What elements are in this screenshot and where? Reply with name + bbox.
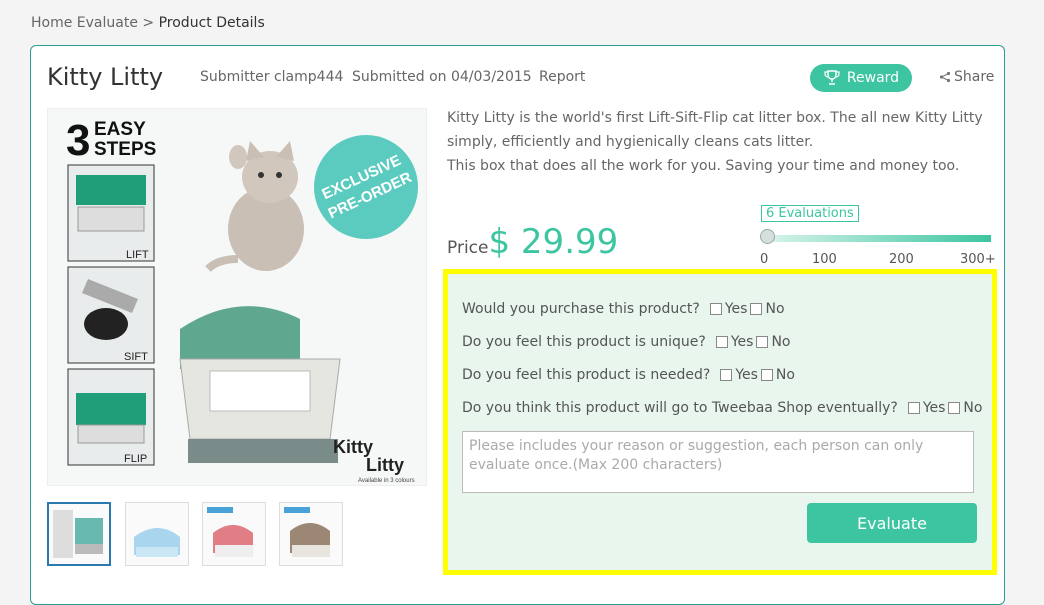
question-unique: Do you feel this product is unique? Yes … <box>462 334 791 350</box>
yes-label: Yes <box>922 400 946 416</box>
reward-button[interactable]: Reward <box>810 64 912 92</box>
breadcrumb: Home Evaluate > Product Details <box>31 15 265 31</box>
product-description: Kitty Litty is the world's first Lift-Si… <box>447 106 997 178</box>
product-title: Kitty Litty <box>47 63 164 91</box>
question-text: Do you think this product will go to Twe… <box>462 400 898 416</box>
yes-label: Yes <box>730 334 754 350</box>
brand-kitty: Kitty <box>333 437 373 457</box>
brand-litty: Litty <box>366 455 404 475</box>
share-icon <box>939 71 951 83</box>
steps-text-1: EASY <box>94 119 146 140</box>
no-label: No <box>765 301 785 317</box>
no-checkbox[interactable] <box>760 369 773 381</box>
no-label: No <box>771 334 791 350</box>
breadcrumb-evaluate[interactable]: Evaluate <box>77 15 138 31</box>
tick-100: 100 <box>812 252 837 267</box>
evaluations-badge[interactable]: 6 Evaluations <box>761 205 859 222</box>
steps-number: 3 <box>66 116 90 165</box>
steps-text-2: STEPS <box>94 139 156 160</box>
product-main-image: 3 EASY STEPS LIFT SIFT FLIP EXCLUSIVE PR… <box>47 108 427 486</box>
step-lift: LIFT <box>67 164 155 262</box>
description-line-2: This box that does all the work for you.… <box>447 158 960 174</box>
price-block: Price $ 29.99 <box>447 222 618 262</box>
breadcrumb-home[interactable]: Home <box>31 15 72 31</box>
evaluation-progress-knob <box>760 229 775 244</box>
report-link[interactable]: Report <box>539 69 585 85</box>
evaluation-form: Would you purchase this product? Yes No … <box>443 269 997 575</box>
trophy-icon <box>824 70 840 85</box>
yes-checkbox[interactable] <box>720 369 733 381</box>
step-flip: FLIP <box>67 368 155 466</box>
thumbnail-3[interactable] <box>202 502 266 566</box>
litter-box-illustration <box>179 306 341 463</box>
step-label-flip: FLIP <box>124 453 147 465</box>
kitten-illustration <box>205 141 304 272</box>
thumbnail-1[interactable] <box>47 502 111 566</box>
no-label: No <box>963 400 983 416</box>
price-label: Price <box>447 238 489 258</box>
tick-300: 300+ <box>960 252 996 267</box>
product-card: Kitty Litty Submitter clamp444 Submitted… <box>30 45 1005 605</box>
thumbnail-2[interactable] <box>125 502 189 566</box>
tick-0: 0 <box>760 252 769 267</box>
price-value: $ 29.99 <box>488 222 619 262</box>
question-purchase: Would you purchase this product? Yes No <box>462 301 785 317</box>
question-needed: Do you feel this product is needed? Yes … <box>462 367 795 383</box>
yes-label: Yes <box>735 367 758 383</box>
step-label-lift: LIFT <box>126 249 149 261</box>
reason-textarea[interactable]: Please includes your reason or suggestio… <box>462 431 974 493</box>
no-checkbox[interactable] <box>750 303 763 315</box>
question-text: Do you feel this product is unique? <box>462 334 706 350</box>
submitted-date: Submitted on 04/03/2015 <box>352 69 532 85</box>
no-label: No <box>775 367 795 383</box>
step-label-sift: SIFT <box>124 351 148 363</box>
share-button[interactable]: Share <box>939 69 994 85</box>
submitter-link[interactable]: Submitter clamp444 <box>200 69 343 85</box>
share-label: Share <box>954 69 995 85</box>
breadcrumb-separator: > <box>142 15 155 31</box>
no-checkbox[interactable] <box>756 336 769 348</box>
tick-200: 200 <box>889 252 914 267</box>
evaluation-progress-bar <box>769 235 991 242</box>
brand-available: Available in 3 colours <box>358 478 415 484</box>
yes-checkbox[interactable] <box>907 402 920 414</box>
reward-label: Reward <box>846 70 900 86</box>
step-sift: SIFT <box>67 266 155 364</box>
yes-checkbox[interactable] <box>715 336 728 348</box>
product-image-art: 3 EASY STEPS LIFT SIFT FLIP EXCLUSIVE PR… <box>66 116 418 484</box>
yes-checkbox[interactable] <box>709 303 722 315</box>
question-text: Would you purchase this product? <box>462 301 700 317</box>
question-shop: Do you think this product will go to Twe… <box>462 400 982 416</box>
thumbnail-4[interactable] <box>279 502 343 566</box>
preorder-badge: EXCLUSIVE PRE-ORDER <box>314 135 418 239</box>
question-text: Do you feel this product is needed? <box>462 367 711 383</box>
no-checkbox[interactable] <box>948 402 961 414</box>
description-line-1: Kitty Litty is the world's first Lift-Si… <box>447 110 983 150</box>
breadcrumb-current: Product Details <box>158 15 265 31</box>
yes-label: Yes <box>724 301 748 317</box>
evaluate-button[interactable]: Evaluate <box>807 503 977 543</box>
